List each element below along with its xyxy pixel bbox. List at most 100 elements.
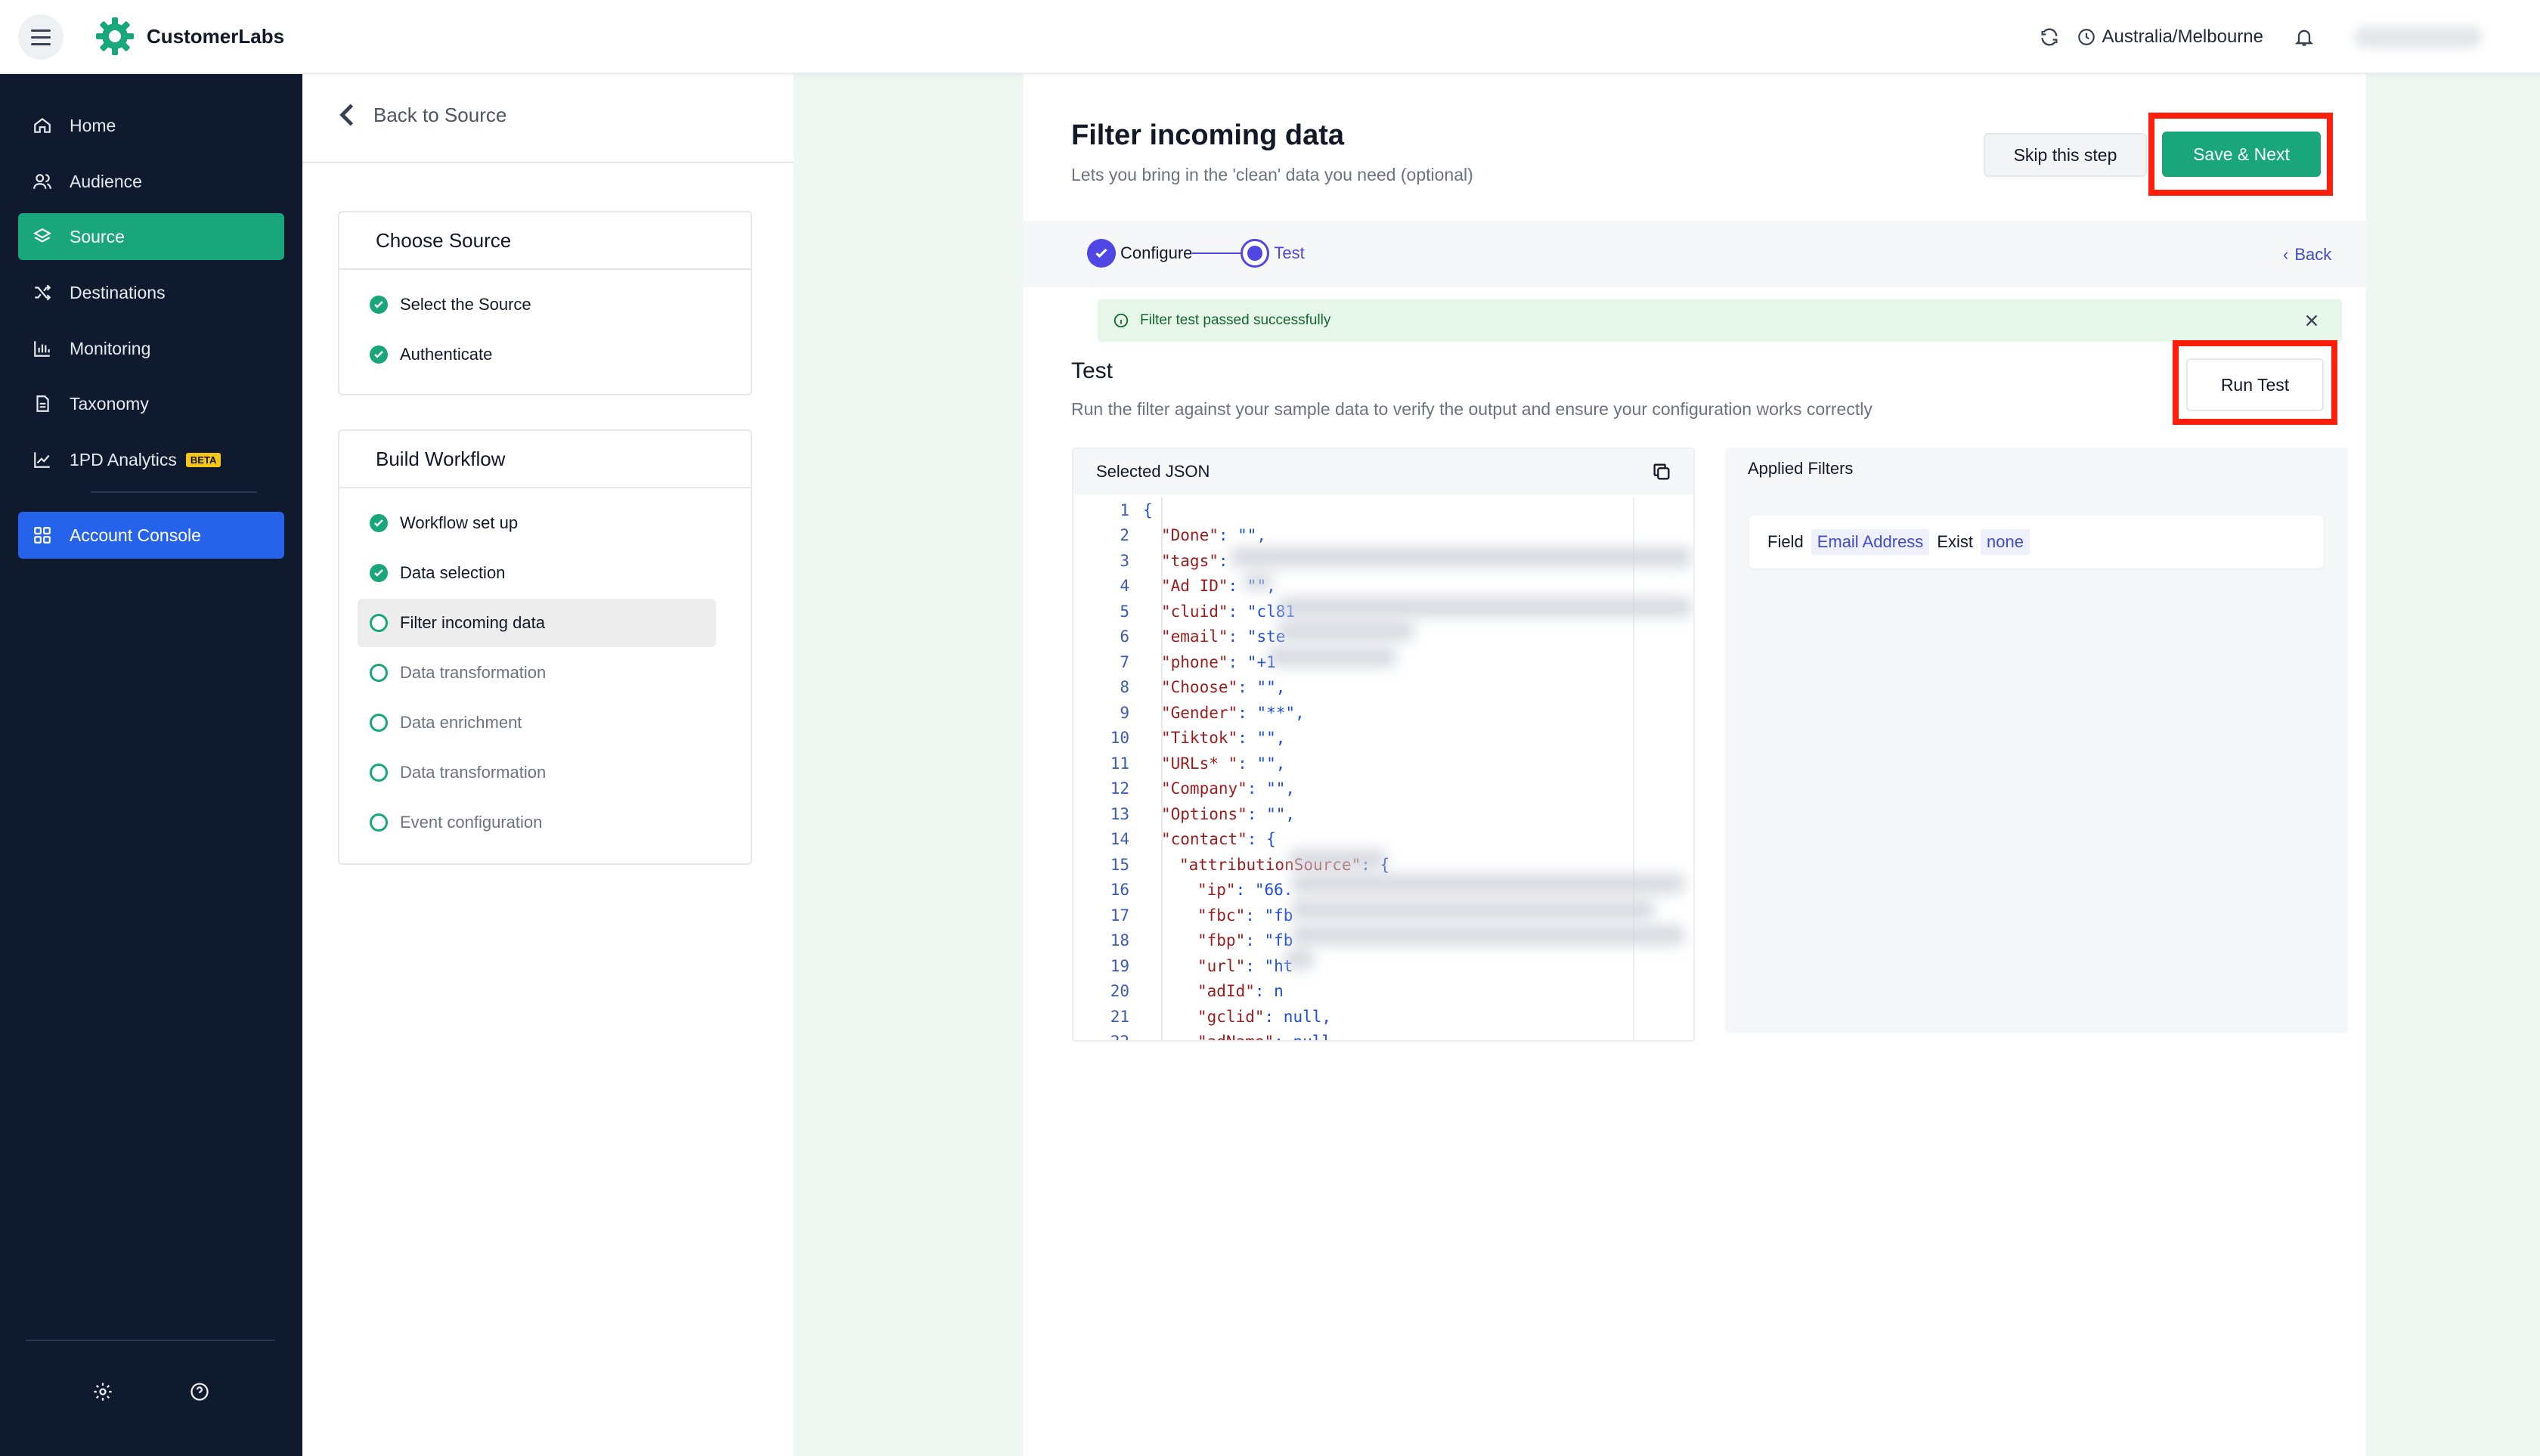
line-number: 5 [1120, 602, 1129, 621]
sidebar-item-label: Home [70, 115, 116, 135]
json-value: : "fb [1245, 906, 1293, 925]
account-console-button[interactable]: Account Console [18, 512, 284, 559]
step-event-configuration[interactable]: Event configuration [358, 798, 716, 847]
code-line: 8 "Choose": "", [1073, 675, 1693, 701]
code-text: "Tiktok": "", [1161, 729, 1285, 747]
step-filter-incoming-data[interactable]: Filter incoming data [358, 599, 716, 647]
sidebar-item-taxonomy[interactable]: Taxonomy [18, 380, 284, 427]
copy-icon[interactable] [1651, 461, 1672, 482]
hamburger-menu-button[interactable] [18, 14, 64, 60]
filter-value-chip: none [1981, 529, 2030, 555]
json-key: "Gender" [1161, 703, 1238, 722]
back-to-source-link[interactable]: Back to Source [339, 103, 506, 127]
test-section-description: Run the filter against your sample data … [1071, 399, 1872, 419]
step-test-indicator-icon[interactable] [1241, 239, 1270, 268]
code-line: 4"Ad ID": "", [1073, 574, 1693, 599]
code-text: "email": "ste [1161, 627, 1285, 646]
sidebar-item-label: Audience [70, 171, 142, 191]
menu-icon [31, 36, 51, 39]
sidebar-item-label: Monitoring [70, 338, 151, 358]
card-title: Build Workflow [339, 431, 751, 488]
json-value: : null, [1264, 1007, 1332, 1026]
circle-icon [370, 764, 388, 782]
selected-json-panel[interactable]: Selected JSON 1{2 "Done": "", 3 "tags": 4 "Ad… [1072, 448, 1695, 1042]
sidebar-item-source[interactable]: Source [18, 213, 284, 260]
redacted-value [1291, 925, 1684, 945]
code-line: 10 "Tiktok": "", [1073, 726, 1693, 751]
sidebar-item-monitoring[interactable]: Monitoring [18, 325, 284, 372]
redacted-value [1278, 621, 1414, 641]
redacted-value [1278, 597, 1692, 617]
step-data-transformation-2[interactable]: Data transformation [358, 748, 716, 797]
json-value: : n [1254, 982, 1284, 1001]
step-data-enrichment[interactable]: Data enrichment [358, 699, 716, 747]
filter-operator: Exist [1937, 532, 1973, 551]
step-label: Data enrichment [400, 713, 522, 732]
help-icon[interactable] [187, 1380, 212, 1404]
sidebar-item-home[interactable]: Home [18, 102, 284, 149]
step-configure-check-icon[interactable] [1087, 239, 1116, 268]
check-circle-icon [370, 345, 388, 364]
step-select-source[interactable]: Select the Source [358, 280, 716, 329]
line-number: 13 [1110, 804, 1129, 823]
trend-chart-icon [32, 449, 53, 470]
redacted-value [1243, 573, 1273, 590]
code-text: "contact": { [1161, 830, 1276, 848]
json-key: "adName" [1197, 1033, 1274, 1040]
json-code-view[interactable]: 1{2"Done": "",3"tags":4"Ad ID": "",5"clu… [1073, 497, 1693, 1040]
brand-logo[interactable]: CustomerLabs [94, 15, 284, 57]
json-value: : [1218, 551, 1228, 570]
top-header: CustomerLabs Australia/Melbourne [0, 0, 2540, 74]
sidebar-item-label: Taxonomy [70, 393, 149, 414]
user-menu[interactable] [2354, 26, 2483, 48]
sidebar-item-audience[interactable]: Audience [18, 158, 284, 205]
bell-icon[interactable] [2289, 22, 2319, 52]
code-text: "fbc": "fb [1197, 906, 1293, 925]
steps-divider [302, 162, 794, 163]
circle-icon [370, 714, 388, 732]
filter-rule[interactable]: Field Email Address Exist none [1749, 516, 2324, 568]
sidebar-bottom-divider [26, 1340, 275, 1341]
code-text: "Company": "", [1161, 779, 1295, 798]
code-text: "adName": null, [1197, 1033, 1341, 1040]
redacted-value [1291, 874, 1684, 894]
skip-step-button[interactable]: Skip this step [1984, 133, 2147, 177]
code-brace: { [1143, 500, 1153, 519]
line-number: 18 [1110, 931, 1129, 950]
page-title: Filter incoming data [1071, 119, 1345, 151]
line-number: 21 [1110, 1007, 1129, 1026]
step-data-transformation[interactable]: Data transformation [358, 649, 716, 697]
page-subtitle: Lets you bring in the 'clean' data you n… [1071, 165, 1473, 184]
close-icon[interactable] [2301, 310, 2322, 331]
settings-icon[interactable] [91, 1380, 115, 1404]
sidebar-item-destinations[interactable]: Destinations [18, 269, 284, 316]
test-section-title: Test [1071, 358, 1114, 383]
json-panel-title: Selected JSON [1096, 462, 1210, 481]
code-line: 9 "Gender": "**", [1073, 700, 1693, 726]
step-configure-label[interactable]: Configure [1120, 243, 1192, 263]
step-authenticate[interactable]: Authenticate [358, 330, 716, 379]
line-number: 1 [1120, 500, 1129, 519]
code-line: 19 "url": "ht [1073, 953, 1693, 979]
card-title: Choose Source [339, 212, 751, 270]
grid-icon [32, 525, 53, 546]
step-test-label[interactable]: Test [1274, 243, 1304, 263]
step-data-selection[interactable]: Data selection [358, 549, 716, 597]
json-key: "URLs* " [1161, 754, 1238, 773]
gear-logo-icon [96, 17, 134, 55]
step-label: Select the Source [400, 295, 531, 314]
line-number: 15 [1110, 855, 1129, 874]
step-workflow-setup[interactable]: Workflow set up [358, 499, 716, 547]
code-line: 20 "adId": n [1073, 979, 1693, 1005]
back-link[interactable]: ‹ Back [2283, 245, 2331, 265]
json-key: "ip" [1197, 881, 1236, 900]
json-key: "Done" [1161, 526, 1219, 545]
json-value: : "", [1218, 526, 1267, 545]
refresh-icon[interactable] [2034, 22, 2065, 52]
circle-icon [370, 614, 388, 632]
sidebar-item-1pd-analytics[interactable]: 1PD Analytics BETA [18, 436, 284, 483]
timezone-selector[interactable]: Australia/Melbourne [2077, 26, 2263, 48]
code-text: "Gender": "**", [1161, 704, 1305, 722]
json-value: : "**", [1237, 703, 1305, 722]
line-number: 9 [1120, 703, 1129, 722]
